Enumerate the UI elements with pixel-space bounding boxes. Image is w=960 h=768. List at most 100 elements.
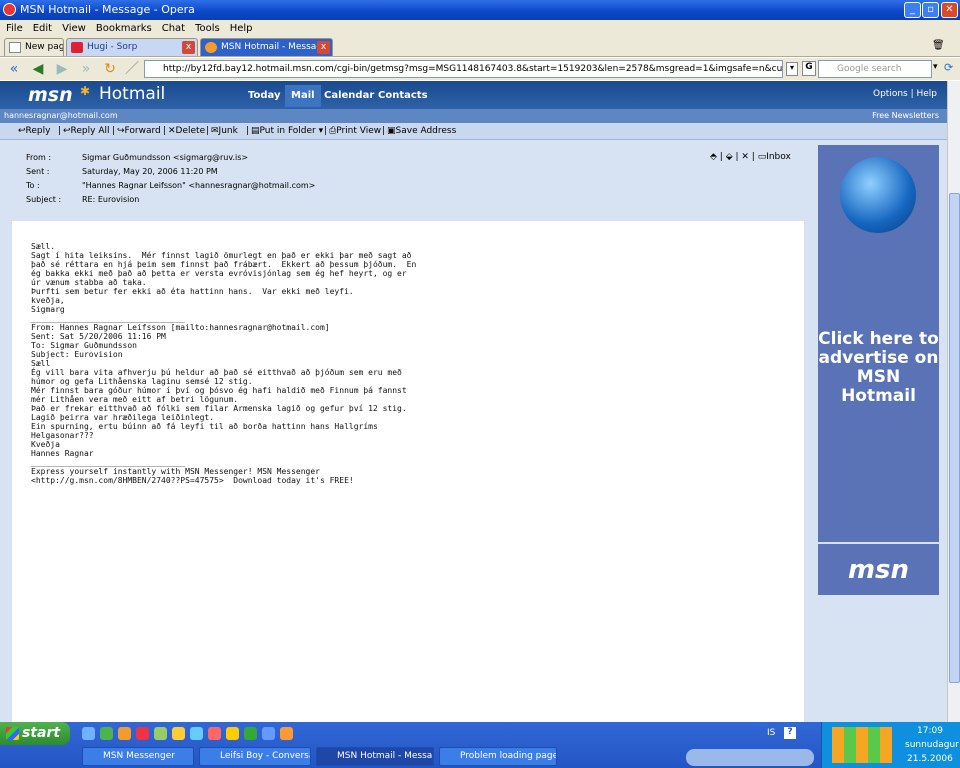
close-button[interactable]: ✕ [941,2,958,18]
print-view-button[interactable]: ⎙Print View [329,123,381,139]
fast-forward-icon[interactable]: » [78,61,94,77]
quicklaunch-icon[interactable] [154,727,167,740]
vertical-scrollbar[interactable] [947,81,960,722]
divider: ________________________________ [31,458,186,467]
search-input[interactable]: Google search [818,60,932,78]
menu-bookmarks[interactable]: Bookmarks [96,23,152,34]
quicklaunch-icon[interactable] [226,727,239,740]
tab-label: Hugi - Sorp [87,42,138,52]
inbox-link[interactable]: Inbox [766,152,791,162]
nav-calendar[interactable]: Calendar [318,85,380,107]
junk-icon: ✉ [211,126,219,136]
sent-value: Saturday, May 20, 2006 11:20 PM [82,167,218,176]
free-newsletters-link[interactable]: Free Newsletters [872,109,939,123]
menu-help[interactable]: Help [230,23,253,34]
scrollbar-thumb[interactable] [949,193,960,683]
close-message-icon[interactable]: ✕ [741,152,749,162]
taskbar-msn-messenger[interactable]: MSN Messenger [82,747,194,766]
menu-edit[interactable]: Edit [33,23,52,34]
reply-icon: ↩ [18,126,26,136]
nav-contacts[interactable]: Contacts [372,85,434,107]
nav-mail[interactable]: Mail [285,85,321,107]
taskbar-hotmail[interactable]: MSN Hotmail - Messa... [316,747,434,766]
menu-view[interactable]: View [62,23,86,34]
next-icon[interactable]: ⬙ [726,152,733,162]
quicklaunch-icon[interactable] [208,727,221,740]
taskbar: start MSN Messenger Leifsi Boy - Convers… [0,722,960,768]
rewind-icon[interactable]: « [6,61,22,77]
ad-text[interactable]: Click here to advertise on MSN Hotmail [818,330,939,406]
body-paragraph: Mér finnst bara góður húmor í því og þós… [31,386,407,404]
tray-icons[interactable] [832,727,892,763]
forward-icon: ↪ [117,126,125,136]
menu-tools[interactable]: Tools [195,23,220,34]
tab-hotmail[interactable]: MSN Hotmail - Message x [200,38,333,56]
minimize-button[interactable]: _ [904,2,921,18]
taskbar-problem-loading[interactable]: Problem loading page... [439,747,557,766]
search-dropdown-icon[interactable]: ▾ [933,62,938,72]
close-tab-icon[interactable]: x [182,41,195,54]
account-email: hannesragnar@hotmail.com [4,111,118,120]
go-icon[interactable]: ⟳ [944,61,953,74]
quicklaunch-icon[interactable] [190,727,203,740]
quicklaunch-icon[interactable] [82,727,95,740]
forward-button[interactable]: ↪Forward [117,123,161,139]
google-icon[interactable]: G [802,61,816,76]
msn-logo[interactable]: msn [28,84,73,106]
quicklaunch-icon[interactable] [172,727,185,740]
tab-new-page[interactable]: New page [4,38,64,56]
help-icon[interactable]: ? [784,727,796,739]
trash-icon[interactable]: 🗑 [932,40,945,51]
opera-icon [3,3,16,16]
page-icon [9,42,21,53]
taskbar-conversation[interactable]: Leifsi Boy - Conversa... [199,747,311,766]
address-bar: « ◀ ▶ » ↻ ／ http://by12fd.bay12.hotmail.… [0,58,960,80]
clock-time[interactable]: 17:09 [917,726,943,736]
tab-hugi[interactable]: Hugi - Sorp x [66,38,198,56]
media-controls[interactable] [686,749,814,766]
msn-ad-logo[interactable]: msn [818,542,939,595]
quicklaunch-icon[interactable] [100,727,113,740]
reply-button[interactable]: ↩Reply [18,123,50,139]
menu-file[interactable]: File [6,23,23,34]
body-line: Það er frekar eitthvað að fólki sem fila… [31,404,407,413]
quicklaunch-icon[interactable] [262,727,275,740]
put-in-folder-button[interactable]: ▤Put in Folder ▾ [251,123,323,139]
nav-today[interactable]: Today [242,85,286,107]
hotmail-title: Hotmail [99,84,166,104]
close-tab-icon[interactable]: x [317,41,330,54]
language-indicator[interactable]: IS [767,728,775,738]
forward-icon[interactable]: ▶ [54,61,70,77]
to-label: To : [26,181,40,190]
clock-date: 21.5.2006 [907,754,953,764]
previous-icon[interactable]: ⬘ [710,152,717,162]
windows-logo-icon [6,727,19,740]
window-titlebar: MSN Hotmail - Message - Opera _ ▫ ✕ [0,0,960,20]
body-line: kveðja, [31,296,65,305]
advertisement[interactable]: Click here to advertise on MSN Hotmail [818,145,939,595]
options-help-links[interactable]: Options | Help [873,89,937,99]
save-address-button[interactable]: ▣Save Address [387,123,456,139]
junk-button[interactable]: ✉Junk [211,123,238,139]
back-icon[interactable]: ◀ [30,61,46,77]
reply-all-button[interactable]: ↩Reply All [63,123,110,139]
reload-icon[interactable]: ↻ [102,61,118,77]
maximize-button[interactable]: ▫ [922,2,939,18]
divider: ________________________________ [31,314,186,323]
url-dropdown-icon[interactable]: ▾ [786,62,798,76]
quicklaunch-icon[interactable] [136,727,149,740]
quicklaunch-icon[interactable] [280,727,293,740]
wand-icon[interactable]: ／ [124,61,140,77]
quicklaunch-icon[interactable] [244,727,257,740]
messenger-footer[interactable]: Express yourself instantly with MSN Mess… [31,467,785,485]
body-paragraph: Ein spurning, ertu búinn að fá leyfi til… [31,422,378,440]
sent-label: Sent : [26,167,50,176]
delete-button[interactable]: ✕Delete [168,123,205,139]
clock-day: sunnudagur [905,740,959,750]
url-input[interactable]: http://by12fd.bay12.hotmail.msn.com/cgi-… [144,60,783,78]
quicklaunch-icon[interactable] [118,727,131,740]
content-area: From : Sigmar Guðmundsson <sigmarg@ruv.i… [0,140,947,722]
message-toolbar: ↩Reply | ↩Reply All | ↪Forward | ✕Delete… [0,123,947,140]
from-value[interactable]: Sigmar Guðmundsson <sigmarg@ruv.is> [82,153,248,162]
menu-chat[interactable]: Chat [162,23,185,34]
